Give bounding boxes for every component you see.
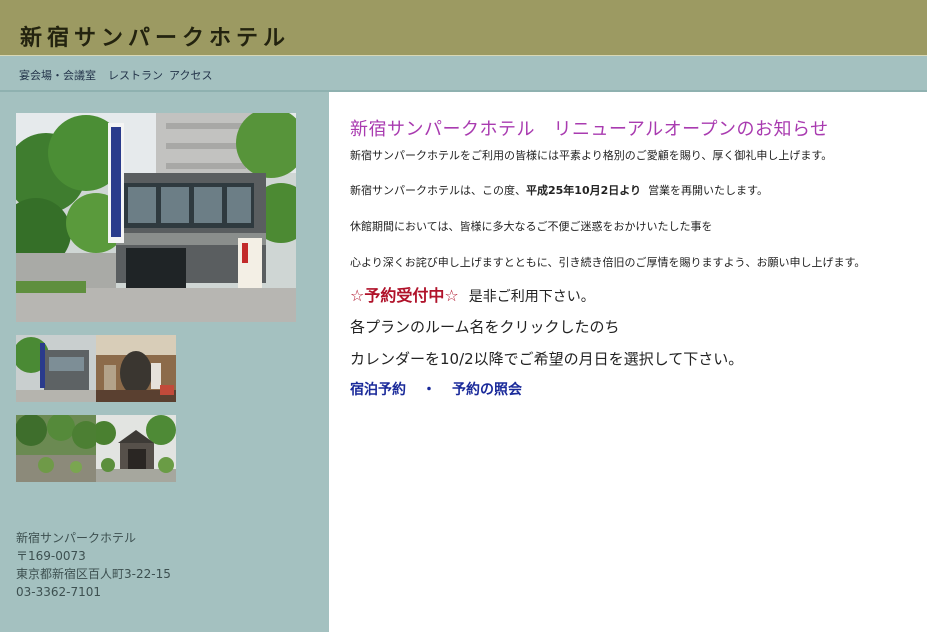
thumbnail-entrance[interactable] — [16, 335, 96, 402]
thumbnail-garden[interactable] — [16, 415, 96, 482]
instruction-line-2: カレンダーを10/2以降でご希望の月日を選択して下さい。 — [350, 350, 744, 368]
notice-title: 新宿サンパークホテル リニューアルオープンのお知らせ — [350, 119, 829, 140]
notice-paragraph-2: 新宿サンパークホテルは、この度、平成25年10月2日より 営業を再開いたします。 — [350, 182, 768, 198]
reservation-open-badge: ☆予約受付中☆ — [350, 286, 459, 305]
reservation-links: 宿泊予約・予約の照会 — [350, 379, 522, 399]
main-content: 新宿サンパークホテル リニューアルオープンのお知らせ 新宿サンパークホテルをご利… — [329, 92, 927, 632]
reservation-line: ☆予約受付中☆ 是非ご利用下さい。 — [350, 282, 595, 306]
nav-item-restaurant[interactable]: レストラン — [108, 67, 163, 83]
nav-item-banquet[interactable]: 宴会場・会議室 — [19, 67, 96, 83]
notice-paragraph-4: 心より深くお詫び申し上げますとともに、引き続き倍旧のご厚情を賜りますよう、お願い… — [350, 256, 866, 269]
reopen-date: 平成25年10月2日より — [526, 184, 642, 197]
instruction-line-1: 各プランのルーム名をクリックしたのち — [350, 318, 620, 336]
reopen-text-post: 営業を再開いたします。 — [648, 184, 768, 197]
site-header: 新宿サンパークホテル — [0, 0, 927, 56]
address-hotel-name: 新宿サンパークホテル — [16, 531, 137, 545]
site-title[interactable]: 新宿サンパークホテル — [20, 20, 290, 52]
notice-paragraph-1: 新宿サンパークホテルをご利用の皆様には平素より格別のご愛顧を賜り、厚く御礼申し上… — [350, 149, 833, 162]
reservation-invite-text: 是非ご利用下さい。 — [468, 289, 595, 305]
address-phone: 03-3362-7101 — [16, 585, 102, 599]
hotel-exterior-photo — [16, 113, 296, 322]
hotel-address: 新宿サンパークホテル 〒169-0073 東京都新宿区百人町3-22-15 03… — [16, 529, 171, 601]
booking-link[interactable]: 宿泊予約 — [350, 382, 406, 398]
link-separator: ・ — [422, 382, 436, 398]
reservation-inquiry-link[interactable]: 予約の照会 — [452, 382, 522, 398]
notice-paragraph-3: 休館期間においては、皆様に多大なるご不便ご迷惑をおかけいたした事を — [350, 220, 713, 233]
address-street: 東京都新宿区百人町3-22-15 — [16, 567, 171, 581]
thumbnail-lobby[interactable] — [96, 335, 176, 402]
top-nav: 宴会場・会議室 レストラン アクセス — [0, 56, 927, 92]
reopen-text-pre: 新宿サンパークホテルは、この度、 — [350, 184, 526, 197]
nav-item-access[interactable]: アクセス — [169, 67, 212, 83]
address-zip: 〒169-0073 — [16, 549, 86, 563]
sidebar: 新宿サンパークホテル 〒169-0073 東京都新宿区百人町3-22-15 03… — [0, 92, 329, 632]
thumbnail-courtyard[interactable] — [96, 415, 176, 482]
